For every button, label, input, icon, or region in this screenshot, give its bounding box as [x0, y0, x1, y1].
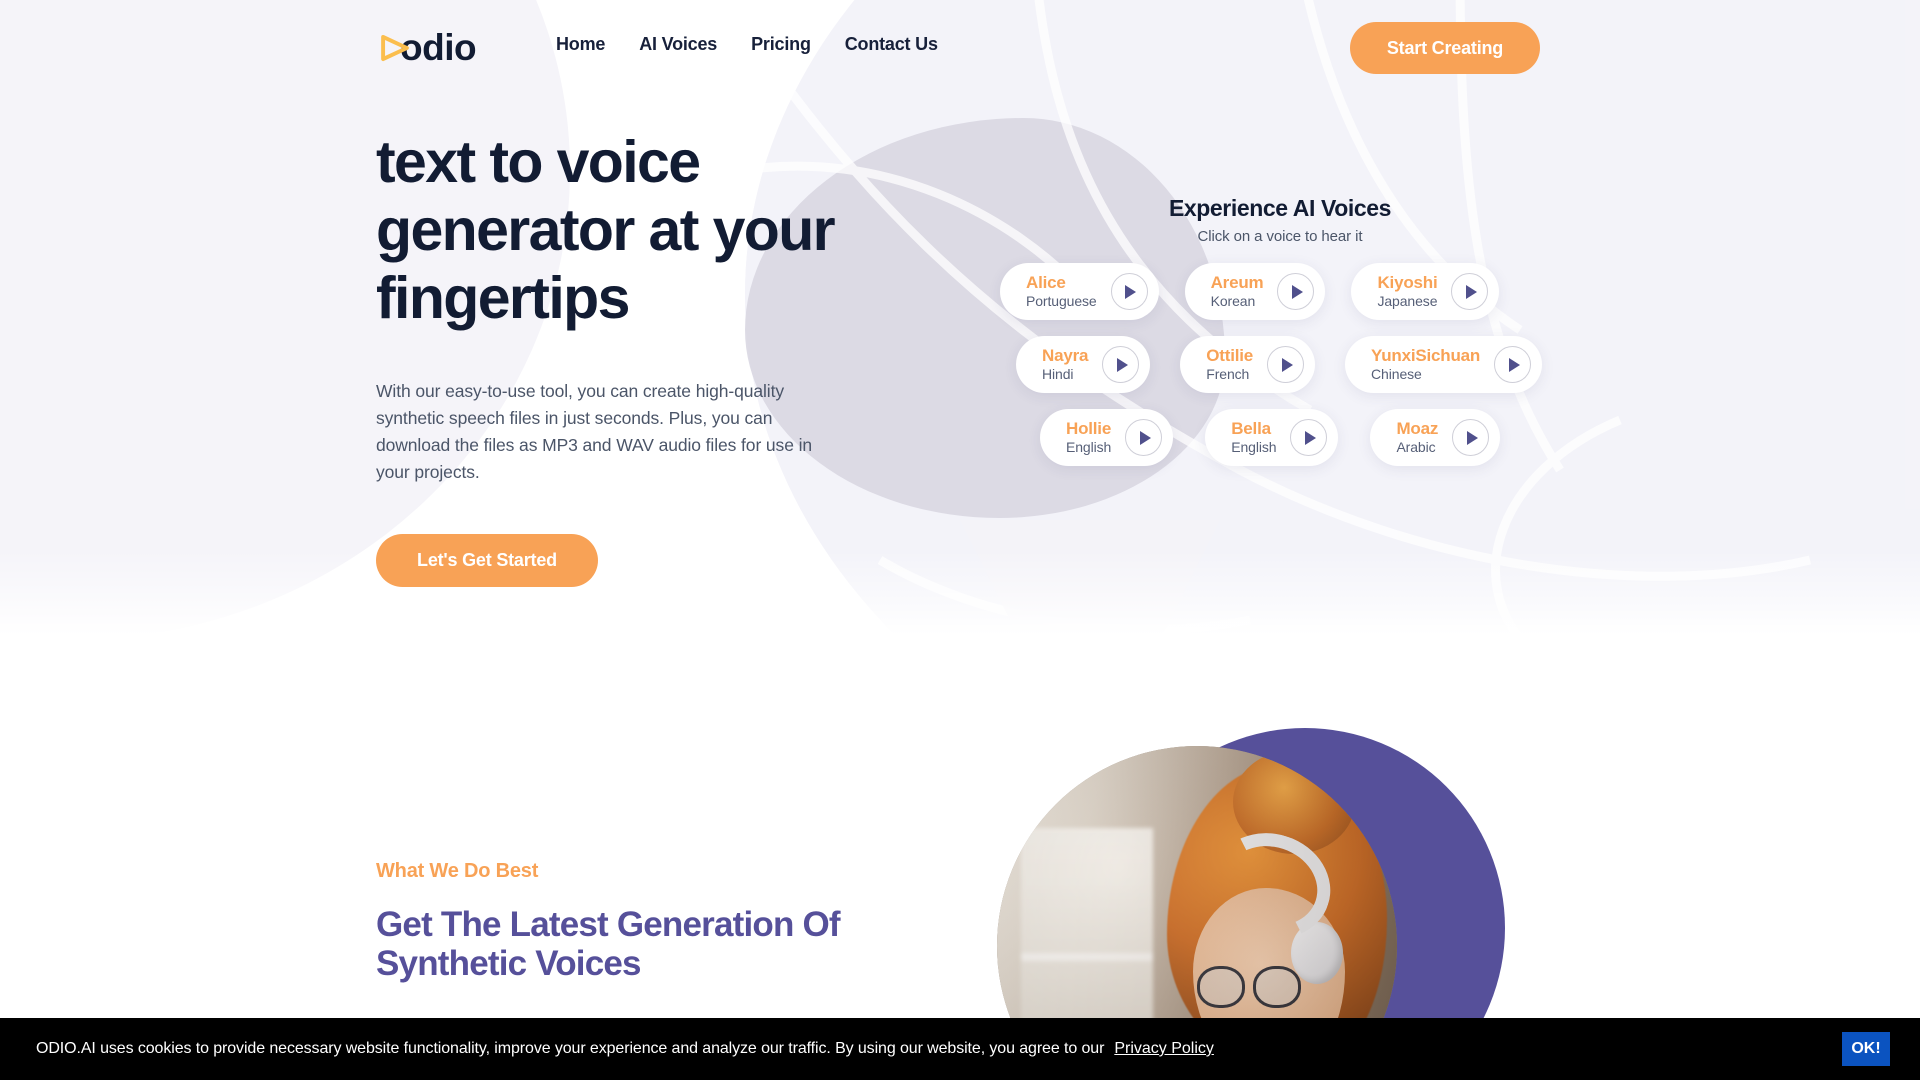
play-icon[interactable]: [1267, 346, 1305, 383]
voice-chip-moaz[interactable]: Moaz Arabic: [1370, 409, 1501, 466]
cookie-message: ODIO.AI uses cookies to provide necessar…: [36, 1040, 1105, 1057]
start-creating-button[interactable]: Start Creating: [1350, 22, 1540, 74]
voice-row: Hollie English Bella English Moaz Arabic: [1040, 409, 1560, 466]
voice-language: Japanese: [1377, 293, 1438, 310]
lets-get-started-button[interactable]: Let's Get Started: [376, 534, 598, 587]
voice-chip-hollie[interactable]: Hollie English: [1040, 409, 1174, 466]
voice-name: YunxiSichuan: [1371, 346, 1481, 366]
nav-item-ai-voices[interactable]: AI Voices: [639, 34, 717, 55]
hero-background: [0, 0, 1920, 660]
hero-bottom-fade: [0, 550, 1920, 660]
voices-panel: Experience AI Voices Click on a voice to…: [1000, 195, 1560, 482]
voice-chip-alice[interactable]: Alice Portuguese: [1000, 263, 1159, 320]
voice-name: Ottilie: [1206, 346, 1254, 366]
section-two-copy: What We Do Best Get The Latest Generatio…: [376, 860, 936, 983]
voice-row: Nayra Hindi Ottilie French YunxiSichuan: [1016, 336, 1560, 393]
nav-item-contact-us[interactable]: Contact Us: [845, 34, 938, 55]
section-eyebrow: What We Do Best: [376, 860, 539, 882]
voice-language: Korean: [1210, 293, 1256, 310]
cookie-banner: ODIO.AI uses cookies to provide necessar…: [0, 1018, 1920, 1080]
play-triangle-icon: [381, 34, 409, 62]
voices-panel-hint: Click on a voice to hear it: [1197, 228, 1363, 245]
cookie-accept-button[interactable]: OK!: [1842, 1032, 1890, 1066]
voice-language: Arabic: [1396, 439, 1436, 456]
site-header: odio Home AI Voices Pricing Contact Us S…: [0, 0, 1920, 96]
play-icon[interactable]: [1290, 419, 1328, 456]
play-icon[interactable]: [1110, 273, 1148, 310]
voice-name: Alice: [1026, 273, 1066, 293]
play-icon[interactable]: [1125, 419, 1163, 456]
voice-chip-kiyoshi[interactable]: Kiyoshi Japanese: [1351, 263, 1500, 320]
brand-logo[interactable]: odio: [378, 24, 477, 72]
voice-language: Hindi: [1042, 366, 1074, 383]
voice-name: Moaz: [1396, 419, 1439, 439]
hero-paragraph: With our easy-to-use tool, you can creat…: [376, 381, 813, 482]
voice-chip-ottilie[interactable]: Ottilie French: [1180, 336, 1316, 393]
privacy-policy-link[interactable]: Privacy Policy: [1114, 1040, 1214, 1058]
section-heading: Get The Latest Generation Of Synthetic V…: [376, 905, 841, 983]
voice-name: Bella: [1231, 419, 1271, 439]
voice-row: Alice Portuguese Areum Korean Kiyoshi Ja…: [1000, 263, 1560, 320]
page-root: odio Home AI Voices Pricing Contact Us S…: [0, 0, 1920, 1080]
play-icon[interactable]: [1102, 346, 1140, 383]
nav-item-home[interactable]: Home: [556, 34, 605, 55]
primary-nav: Home AI Voices Pricing Contact Us: [556, 34, 938, 55]
voice-chip-nayra[interactable]: Nayra Hindi: [1016, 336, 1151, 393]
voice-language: English: [1231, 439, 1277, 456]
voice-name: Nayra: [1042, 346, 1089, 366]
voice-language: French: [1206, 366, 1250, 383]
voice-chip-areum[interactable]: Areum Korean: [1184, 263, 1326, 320]
voice-chip-yunxisichuan[interactable]: YunxiSichuan Chinese: [1345, 336, 1543, 393]
play-icon[interactable]: [1494, 346, 1532, 383]
voice-chip-bella[interactable]: Bella English: [1205, 409, 1339, 466]
voice-name: Kiyoshi: [1377, 273, 1438, 293]
play-icon[interactable]: [1451, 273, 1489, 310]
voices-panel-title: Experience AI Voices: [1168, 195, 1392, 221]
hero-copy: text to voice generator at your fingerti…: [376, 128, 896, 587]
hero-title: text to voice generator at your fingerti…: [376, 129, 836, 331]
play-icon[interactable]: [1452, 419, 1490, 456]
nav-item-pricing[interactable]: Pricing: [751, 34, 811, 55]
voice-language: English: [1066, 439, 1112, 456]
play-icon[interactable]: [1277, 273, 1315, 310]
voice-chip-grid: Alice Portuguese Areum Korean Kiyoshi Ja…: [1000, 263, 1560, 466]
voice-name: Areum: [1210, 273, 1264, 293]
voice-language: Chinese: [1371, 366, 1422, 383]
voice-name: Hollie: [1066, 419, 1112, 439]
voice-language: Portuguese: [1026, 293, 1097, 310]
